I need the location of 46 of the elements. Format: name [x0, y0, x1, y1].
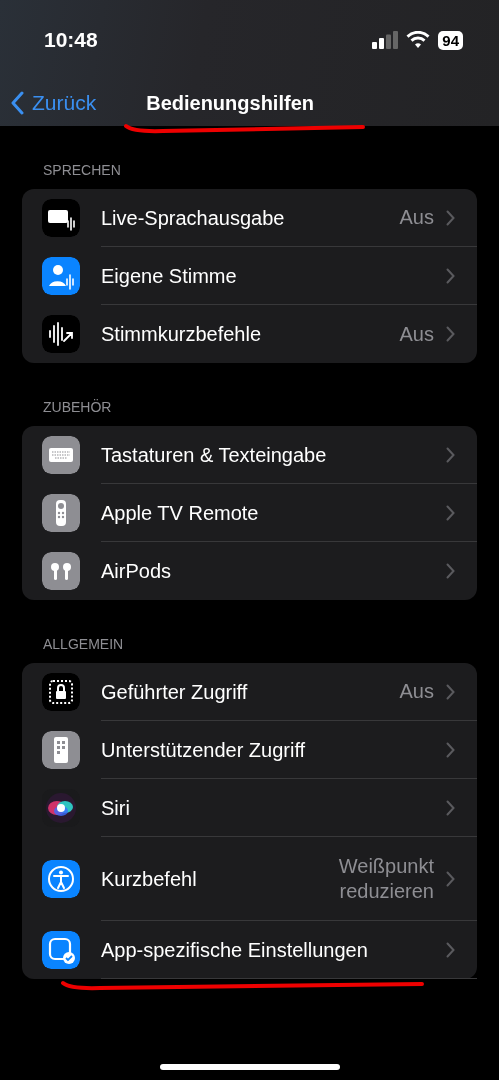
page-title: Bedienungshilfen — [146, 88, 314, 118]
chevron-icon — [446, 504, 455, 521]
chevron-icon — [446, 209, 455, 226]
chevron-left-icon — [10, 91, 24, 115]
setting-label[interactable]: AirPods — [101, 556, 434, 586]
setting-label[interactable]: Geführter Zugriff — [101, 676, 400, 707]
setting-label[interactable]: Eigene Stimme — [101, 260, 434, 291]
setting-value: Weißpunkt reduzieren — [337, 853, 434, 904]
lock-icon — [42, 673, 80, 711]
setting-value: Aus — [399, 679, 434, 704]
status-time: 10:48 — [44, 27, 98, 54]
chevron-icon — [446, 941, 455, 958]
chevron-icon — [446, 741, 455, 758]
signal-icon — [372, 31, 399, 49]
setting-label[interactable]: Apple TV Remote — [101, 497, 434, 528]
waveform-icon — [42, 315, 80, 353]
setting-label[interactable]: Siri — [101, 792, 434, 823]
section-header: ALLGEMEIN — [43, 636, 124, 652]
wifi-icon — [406, 31, 431, 49]
remote-icon — [42, 494, 80, 532]
battery-level: 94 — [438, 30, 463, 50]
keyboard-wave-icon — [42, 199, 80, 237]
setting-label[interactable]: App-spezifische Einstellungen — [101, 934, 434, 965]
chevron-icon — [446, 870, 455, 887]
chevron-icon — [446, 683, 455, 700]
setting-value: Aus — [399, 205, 434, 230]
chevron-icon — [446, 267, 455, 284]
chevron-icon — [446, 446, 455, 463]
chevron-icon — [446, 326, 455, 342]
chevron-icon — [446, 799, 455, 816]
keyboard-icon — [42, 436, 80, 474]
setting-value: Aus — [399, 321, 434, 347]
accessibility-icon — [42, 860, 80, 898]
section-header: SPRECHEN — [43, 162, 121, 178]
setting-label[interactable]: Kurzbefehl — [101, 863, 319, 894]
app-check-icon — [42, 931, 80, 969]
section-header: ZUBEHÖR — [43, 399, 112, 415]
back-button[interactable]: Zurück — [10, 87, 97, 119]
setting-label[interactable]: Stimmkurzbefehle — [101, 319, 400, 349]
setting-label[interactable]: Tastaturen & Texteingabe — [101, 439, 434, 470]
setting-label[interactable]: Live-Sprachausgabe — [101, 202, 400, 233]
person-wave-icon — [42, 257, 80, 295]
setting-label[interactable]: Unterstützender Zugriff — [101, 734, 434, 765]
earbuds-icon — [42, 552, 80, 590]
phone-grid-icon — [42, 731, 80, 769]
chevron-icon — [446, 563, 455, 579]
